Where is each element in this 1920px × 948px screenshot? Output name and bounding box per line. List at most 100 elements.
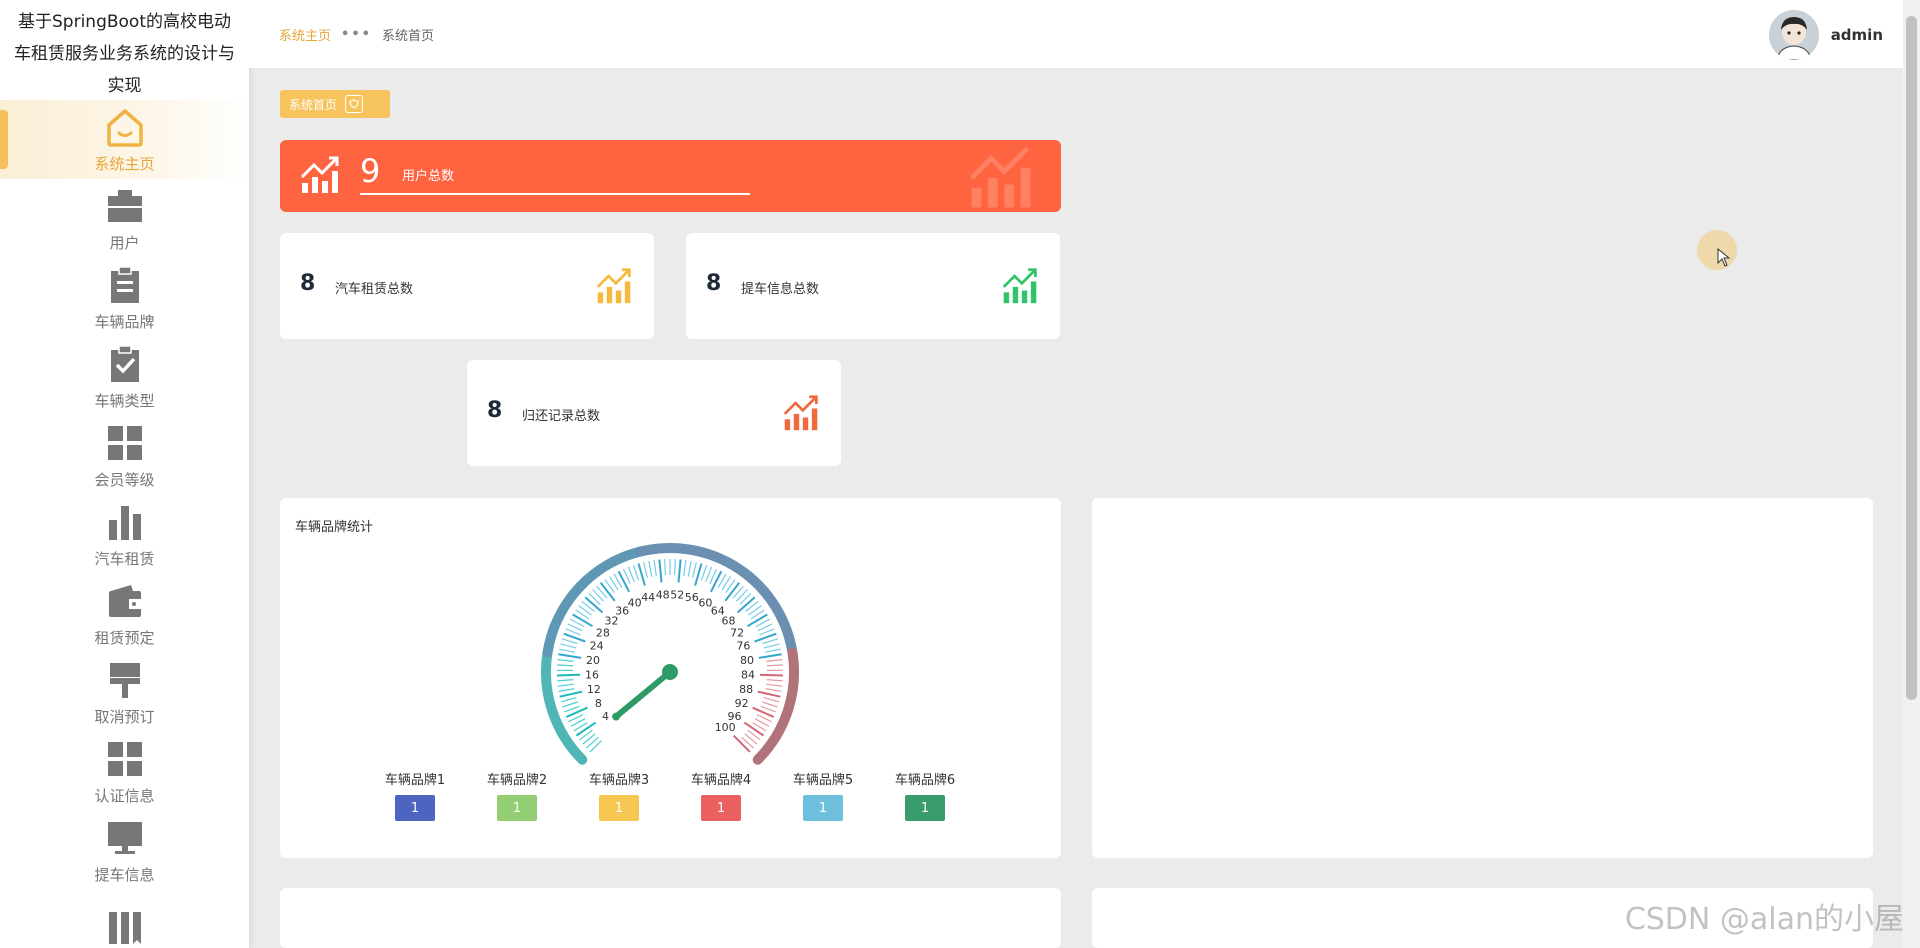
sidebar-item-rental-booking[interactable]: 租赁预定: [0, 574, 249, 653]
sidebar-item-label: 认证信息: [94, 787, 155, 805]
watermark: CSDN @alan的小屋: [1624, 902, 1904, 937]
trend-chart-icon: [781, 394, 821, 436]
gauge-minor-tick: [705, 566, 713, 583]
gauge-minor-tick: [562, 701, 578, 708]
gauge-tick-label: 28: [596, 626, 610, 639]
gauge-major-tick: [637, 563, 646, 586]
legend-value-badge: 1: [701, 795, 741, 821]
rental-count-value: 8: [300, 271, 316, 296]
gauge-minor-tick: [763, 697, 780, 703]
gauge-major-tick: [759, 673, 783, 677]
gauge-tick-label: 24: [590, 640, 604, 653]
gauge-major-tick: [565, 706, 588, 718]
user-menu[interactable]: admin: [1768, 10, 1883, 60]
sidebar-item-home[interactable]: 系统主页: [0, 100, 249, 179]
sidebar-item-car-rental[interactable]: 汽车租赁: [0, 495, 249, 574]
brush-icon: [103, 658, 147, 702]
gauge-tick-label: 92: [735, 697, 749, 710]
wallet-icon: [103, 579, 147, 623]
trend-chart-icon: [594, 267, 634, 309]
sidebar-item-users[interactable]: 用户: [0, 179, 249, 258]
sidebar-item-label: 系统主页: [94, 155, 155, 173]
rental-count-card: 8 汽车租赁总数: [280, 233, 654, 339]
gauge-tick-label: 56: [685, 591, 699, 604]
gauge-minor-tick: [557, 664, 574, 667]
sidebar-item-cancel-booking[interactable]: 取消预订: [0, 653, 249, 732]
gauge-minor-tick: [557, 679, 574, 682]
sidebar-item-type[interactable]: 车辆类型: [0, 337, 249, 416]
trend-chart-icon: [1000, 267, 1040, 309]
avatar[interactable]: [1768, 10, 1819, 60]
legend-label: 车辆品牌3: [588, 773, 650, 788]
rental-count-label: 汽车租赁总数: [335, 282, 414, 297]
gauge-minor-tick: [766, 664, 783, 667]
gauge-minor-tick: [589, 740, 602, 753]
gauge-minor-tick: [558, 688, 575, 692]
breadcrumb-home[interactable]: 系统主页: [279, 25, 331, 44]
legend-item[interactable]: 车辆品牌4 1: [681, 769, 761, 821]
clipboard-icon: [103, 263, 147, 307]
gauge-minor-tick: [648, 560, 653, 577]
legend-item[interactable]: 车辆品牌2 1: [477, 769, 557, 821]
gauge-major-tick: [599, 582, 616, 602]
breadcrumb-current: 系统首页: [381, 29, 434, 44]
legend-value-badge: 1: [599, 795, 639, 821]
gauge-major-tick: [746, 613, 768, 628]
tab-home[interactable]: 系统首页: [280, 90, 390, 118]
clipboard-check-icon: [103, 342, 147, 386]
legend-label: 车辆品牌2: [486, 773, 548, 788]
gauge-major-tick: [617, 570, 630, 593]
gauge-minor-tick: [632, 564, 640, 581]
legend-value-badge: 1: [905, 795, 945, 821]
brand-gauge-chart: 481216202428323640 44 48 52 56 60646872768084…: [540, 543, 800, 765]
gauge-tick-label: 52: [670, 588, 684, 601]
sidebar-item-label: 租赁预定: [94, 629, 155, 647]
gauge-tick-label: 8: [595, 697, 602, 710]
legend-item[interactable]: 车辆品牌5 1: [783, 769, 863, 821]
app-title: 基于SpringBoot的高校电动车租赁服务业务系统的设计与实现: [14, 12, 235, 96]
mouse-cursor: [1697, 230, 1737, 270]
gauge-major-tick: [757, 690, 781, 698]
gauge-minor-tick: [653, 560, 657, 577]
legend-value-badge: 1: [803, 795, 843, 821]
return-count-card: 8 归还记录总数: [467, 360, 841, 466]
sidebar-item-auth-info[interactable]: 认证信息: [0, 732, 249, 811]
bar-chart-icon: [103, 500, 147, 544]
gauge-minor-tick: [683, 560, 687, 577]
gauge-minor-tick: [664, 559, 666, 576]
scrollbar-thumb[interactable]: [1906, 16, 1917, 700]
sidebar-item-more[interactable]: [0, 890, 249, 948]
breadcrumb: 系统主页 ••• 系统首页: [279, 25, 434, 44]
gauge-tick-label: 72: [730, 626, 744, 639]
gauge-minor-tick: [763, 643, 780, 649]
gauge-major-tick: [743, 721, 765, 737]
legend-item[interactable]: 车辆品牌1 1: [375, 769, 455, 821]
sidebar-item-brand[interactable]: 车辆品牌: [0, 258, 249, 337]
briefcase-icon: [103, 184, 147, 228]
sidebar-item-pickup-info[interactable]: 提车信息: [0, 811, 249, 890]
sidebar-item-member-level[interactable]: 会员等级: [0, 416, 249, 495]
sidebar-item-label: 会员等级: [94, 471, 155, 489]
username[interactable]: admin: [1831, 26, 1883, 44]
trend-chart-icon: [298, 153, 342, 201]
gauge-major-tick: [758, 653, 782, 659]
book-icon: [103, 906, 147, 948]
chart-panel-2: [1092, 498, 1873, 858]
breadcrumb-separator: •••: [341, 27, 372, 42]
sidebar-menu: 系统主页 用户 车辆品牌 车辆类型 会员等级 汽车租赁 租赁预定 取消预订 认证…: [0, 100, 249, 948]
legend-item[interactable]: 车辆品牌3 1: [579, 769, 659, 821]
user-count-label: 用户总数: [402, 169, 455, 184]
user-count-underline: [360, 193, 750, 195]
gauge-minor-tick: [762, 701, 778, 708]
legend-item[interactable]: 车辆品牌6 1: [885, 769, 965, 821]
user-count-card: 9 用户总数: [280, 140, 1061, 212]
gauge-minor-tick: [561, 638, 578, 645]
legend-label: 车辆品牌5: [792, 773, 854, 788]
gauge-major-tick: [677, 559, 682, 583]
gauge-minor-tick: [560, 643, 577, 649]
gauge-tick-label: 88: [739, 683, 753, 696]
gauge-minor-tick: [692, 561, 697, 578]
return-count-value: 8: [487, 398, 503, 423]
gauge-needle: [613, 669, 673, 720]
gauge-minor-tick: [766, 659, 783, 662]
